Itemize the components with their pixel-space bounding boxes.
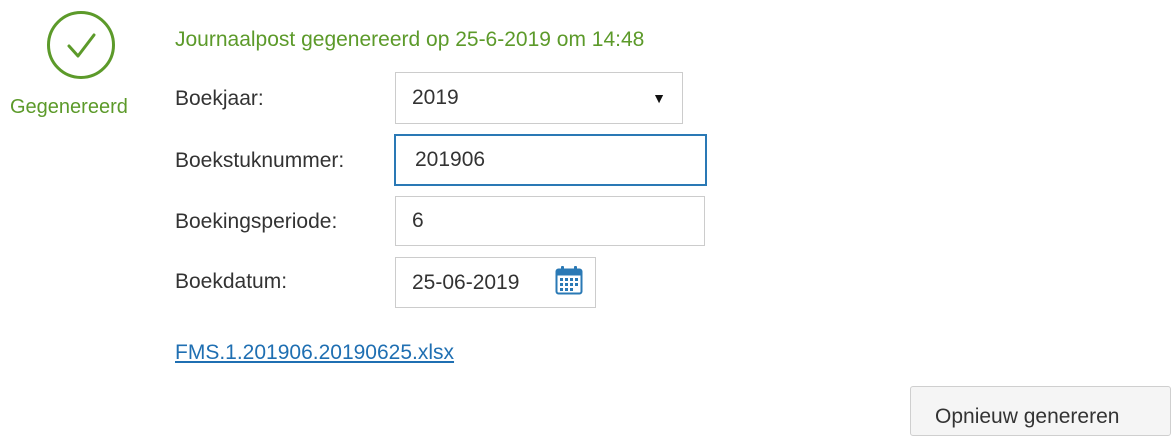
boekjaar-value: 2019	[412, 86, 459, 109]
boekjaar-select[interactable]: 2019 ▼	[395, 72, 683, 124]
boekingsperiode-value: 6	[412, 209, 424, 232]
boekingsperiode-input[interactable]: 6	[395, 196, 705, 246]
boekstuknummer-label: Boekstuknummer:	[175, 149, 345, 172]
boekstuknummer-value: 201906	[415, 148, 486, 171]
status-label: Gegenereerd	[10, 96, 128, 118]
calendar-icon[interactable]	[555, 265, 583, 301]
download-file-link[interactable]: FMS.1.201906.20190625.xlsx	[175, 341, 454, 365]
boekjaar-label: Boekjaar:	[175, 87, 264, 110]
boekstuknummer-input[interactable]: 201906	[394, 134, 707, 186]
caret-down-icon: ▼	[652, 90, 666, 106]
regenerate-button[interactable]: Opnieuw genereren	[910, 386, 1171, 436]
boekdatum-value: 25-06-2019	[412, 270, 520, 294]
generation-headline: Journaalpost gegenereerd op 25-6-2019 om…	[175, 28, 645, 51]
boekdatum-input[interactable]: 25-06-2019	[395, 257, 596, 308]
boekingsperiode-label: Boekingsperiode:	[175, 210, 338, 233]
boekdatum-label: Boekdatum:	[175, 270, 288, 293]
check-circle-icon	[47, 11, 115, 79]
